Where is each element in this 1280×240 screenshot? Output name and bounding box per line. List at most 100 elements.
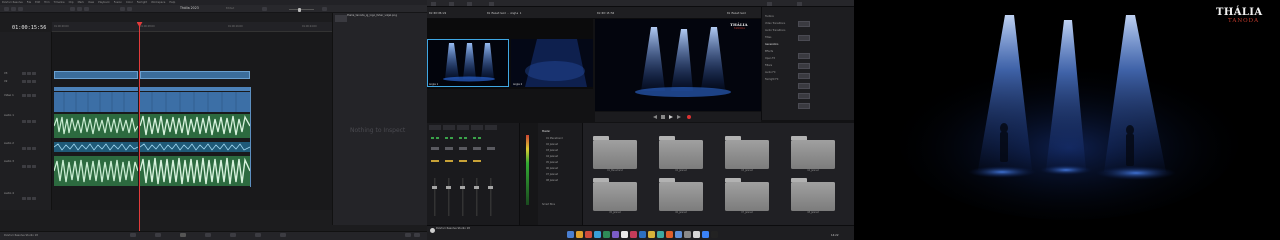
track-controls[interactable] [22,120,36,123]
app-dock-icon[interactable] [657,231,664,238]
resolve-dock-icon[interactable] [711,231,718,238]
folder-item[interactable]: 04_Jelenet [791,136,835,172]
finder-dock-icon[interactable] [567,231,574,238]
fusion-page-icon[interactable] [205,233,211,237]
selection-tool-icon[interactable] [70,7,75,11]
menu-item[interactable]: Mark [78,1,84,4]
effects-item[interactable]: Filters [765,64,772,67]
audio-clip-a2[interactable] [139,142,251,152]
bin-item[interactable]: 07 Jelenet [546,173,558,176]
video-clip-header[interactable] [140,87,250,91]
menu-item[interactable]: Color [126,1,133,4]
menu-item[interactable]: DaVinci Resolve [2,1,23,4]
effect-thumbnail[interactable] [798,21,810,27]
active-angle-frame[interactable] [427,39,509,87]
track-controls[interactable] [22,165,36,168]
menu-item[interactable]: File [27,1,31,4]
timeline-area[interactable] [52,32,332,210]
video-clip[interactable] [140,92,250,112]
multicam-source-viewer[interactable]: Angle 1 Angle 2 [427,19,593,89]
app-dock-icon[interactable] [675,231,682,238]
metadata-icon[interactable] [767,1,772,6]
title-clip[interactable] [140,71,250,79]
track-controls[interactable] [22,72,36,75]
bin-item[interactable]: 05 Jelenet [546,161,558,164]
effects-item[interactable]: Audio Transitions [765,29,785,32]
folder-item[interactable]: 05_Jelenet [593,178,637,214]
menu-item[interactable]: View [88,1,94,4]
folder-item[interactable]: 08_Jelenet [791,178,835,214]
trim-tool-icon[interactable] [77,7,82,11]
bin-item[interactable]: 03 Jelenet [546,149,558,152]
folder-dock-icon[interactable] [576,231,583,238]
menu-item[interactable]: Edit [35,1,40,4]
effect-thumbnail[interactable] [798,83,810,89]
media-pool-icon[interactable] [431,1,436,6]
track-controls[interactable] [22,147,36,150]
app-dock-icon[interactable] [603,231,610,238]
browser-dock-icon[interactable] [594,231,601,238]
app-dock-icon[interactable] [585,231,592,238]
color-page-icon[interactable] [230,233,236,237]
effects-toggle-icon[interactable] [11,7,16,11]
play-icon[interactable] [669,115,673,119]
smart-bins-header[interactable]: Smart Bins [542,203,555,206]
zoom-out-icon[interactable] [262,7,267,11]
app-dock-icon[interactable] [666,231,673,238]
app-dock-icon[interactable] [648,231,655,238]
deliver-page-icon[interactable] [280,233,286,237]
bin-item[interactable]: Master [542,130,550,133]
menu-item[interactable]: Trim [44,1,50,4]
app-dock-icon[interactable] [684,231,691,238]
cut-page-icon[interactable] [155,233,161,237]
bin-item[interactable]: 06 Jelenet [546,167,558,170]
menu-item[interactable]: Timeline [54,1,65,4]
effects-item[interactable]: Audio FX [765,71,776,74]
stop-icon[interactable] [661,115,665,119]
folder-item[interactable]: 07_Jelenet [725,178,769,214]
effects-item[interactable]: Effects [765,50,773,53]
app-dock-icon[interactable] [612,231,619,238]
effects-item[interactable]: Toolbox [765,15,774,18]
audio-clip-a2[interactable] [53,142,139,152]
next-frame-icon[interactable] [677,115,681,119]
app-dock-icon[interactable] [702,231,709,238]
effects-item[interactable]: Generators [765,43,778,46]
folder-item[interactable]: 01_Menetrend [593,136,637,172]
edit-page-icon[interactable] [180,233,186,237]
audio-clip-a3[interactable] [139,156,251,186]
effects-item[interactable]: Video Transitions [765,22,785,25]
zoom-slider-handle[interactable] [298,7,301,12]
blade-tool-icon[interactable] [84,7,89,11]
effects-item[interactable]: Titles [765,36,771,39]
transitions-icon[interactable] [467,1,472,6]
app-dock-icon[interactable] [639,231,646,238]
audio-clip-a1[interactable] [139,114,251,138]
zoom-in-icon[interactable] [322,7,327,11]
play-reverse-icon[interactable] [653,115,657,119]
edit-index-icon[interactable] [18,7,23,11]
bin-item[interactable]: 04 Jelenet [546,155,558,158]
effects-item[interactable]: Open FX [765,57,775,60]
bin-item[interactable]: 08 Jelenet [546,179,558,182]
menu-item[interactable]: Fusion [114,1,122,4]
effect-thumbnail[interactable] [798,103,810,109]
effect-thumbnail[interactable] [798,53,810,59]
program-viewer[interactable]: THÁLIA TANODA [595,19,761,111]
menu-item[interactable]: Fairlight [137,1,147,4]
link-toggle-icon[interactable] [127,7,132,11]
title-clip[interactable] [54,71,138,79]
folder-item[interactable]: 03_Jelenet [725,136,769,172]
sync-bin-icon[interactable] [449,1,454,6]
project-manager-icon[interactable] [405,233,411,237]
settings-gear-icon[interactable] [414,233,420,237]
audio-clip-a3[interactable] [53,156,139,186]
clip-edit-point[interactable] [250,87,251,187]
folder-item[interactable]: 06_Jelenet [659,178,703,214]
effect-thumbnail[interactable] [798,63,810,69]
audio-clip-a1[interactable] [53,114,139,138]
media-page-icon[interactable] [130,233,136,237]
effect-thumbnail[interactable] [798,93,810,99]
playhead[interactable] [139,22,140,234]
bin-item[interactable]: 02 Jelenet [546,143,558,146]
